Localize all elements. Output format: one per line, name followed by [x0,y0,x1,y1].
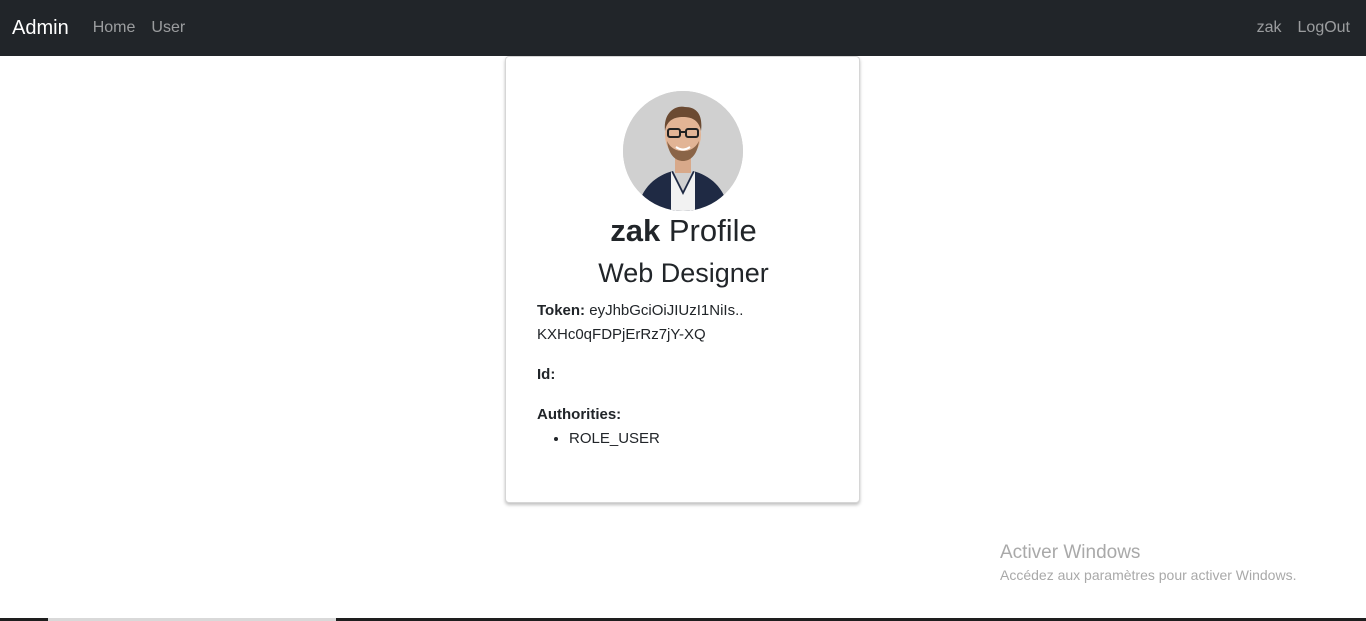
token-row: Token: eyJhbGciOiJIUzI1NiIs.. KXHc0qFDPj… [537,299,837,347]
token-value-line1: eyJhbGciOiJIUzI1NiIs.. [589,302,744,319]
nav-link-username[interactable]: zak [1257,19,1282,37]
profile-info: Token: eyJhbGciOiJIUzI1NiIs.. KXHc0qFDPj… [537,299,837,451]
avatar [623,91,743,211]
authority-item: ROLE_USER [569,427,837,451]
profile-title: zak Profile [506,211,861,251]
navbar-right: zak LogOut [1241,19,1354,37]
top-navbar: Admin Home User zak LogOut [0,0,1366,56]
brand-link[interactable]: Admin [12,17,69,40]
profile-title-suffix: Profile [668,213,757,248]
profile-username: zak [610,213,661,248]
avatar-photo-icon [623,91,743,211]
id-row: Id: [537,363,837,387]
watermark-title: Activer Windows [1000,542,1141,563]
logout-link[interactable]: LogOut [1298,19,1350,37]
token-label: Token: [537,302,586,319]
id-label: Id: [537,366,556,383]
token-value-line2: KXHc0qFDPjErRz7jY-XQ [537,326,706,343]
authorities-section: Authorities: ROLE_USER [537,403,837,451]
watermark-subtitle: Accédez aux paramètres pour activer Wind… [1000,567,1297,583]
role-title: Web Designer [598,258,769,288]
profile-card: zak Profile Web Designer Token: eyJhbGci… [505,56,860,503]
nav-link-home[interactable]: Home [93,19,136,37]
authorities-label: Authorities: [537,406,622,423]
nav-link-user[interactable]: User [151,19,185,37]
authorities-list: ROLE_USER [537,427,837,451]
windows-activation-watermark: Activer Windows Accédez aux paramètres p… [1000,541,1296,585]
